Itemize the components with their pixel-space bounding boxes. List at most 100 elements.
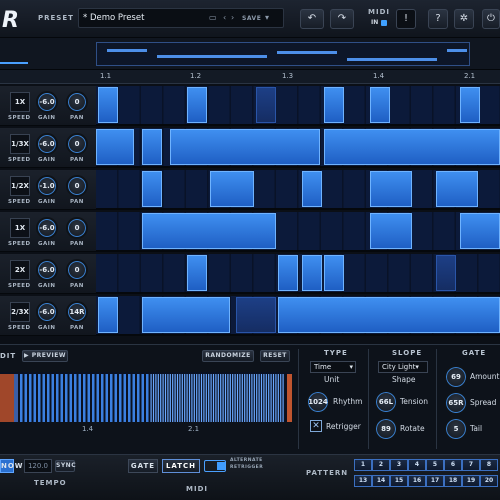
gate-mode-button[interactable]: GATE bbox=[128, 459, 158, 473]
gain-knob[interactable]: -6.0 bbox=[36, 91, 58, 113]
save-button[interactable]: SAVE bbox=[242, 15, 261, 22]
pan-knob[interactable]: 0 bbox=[66, 217, 88, 239]
step-segment[interactable] bbox=[460, 213, 500, 249]
step-segment[interactable] bbox=[302, 171, 322, 207]
step-segment[interactable] bbox=[370, 171, 412, 207]
step-segment[interactable] bbox=[324, 129, 500, 165]
speed-selector[interactable]: 2X bbox=[10, 260, 30, 280]
step-segment[interactable] bbox=[210, 171, 254, 207]
step-segment[interactable] bbox=[187, 87, 207, 123]
pattern-button-20[interactable]: 20 bbox=[480, 475, 498, 487]
step-segment[interactable] bbox=[324, 255, 344, 291]
rhythm-knob[interactable]: 1024 bbox=[306, 390, 330, 414]
tempo-input[interactable]: 120.0 bbox=[24, 459, 52, 473]
shape-dropdown[interactable]: City Light▾ bbox=[378, 361, 428, 373]
pattern-button-8[interactable]: 8 bbox=[480, 459, 498, 471]
pan-knob[interactable]: 0 bbox=[66, 175, 88, 197]
step-segment[interactable] bbox=[170, 129, 320, 165]
tension-knob[interactable]: 66L bbox=[374, 390, 398, 414]
alternate-retrigger-toggle[interactable] bbox=[204, 460, 226, 472]
pan-knob[interactable]: 0 bbox=[66, 133, 88, 155]
step-segment[interactable] bbox=[98, 297, 118, 333]
step-segment[interactable] bbox=[436, 255, 456, 291]
power-button[interactable]: ⏻ bbox=[482, 9, 500, 29]
lane-grid[interactable] bbox=[96, 86, 500, 126]
pan-knob[interactable]: 14R bbox=[66, 301, 88, 323]
prev-preset-icon[interactable]: ‹ bbox=[223, 13, 226, 22]
redo-button[interactable]: ↷ bbox=[330, 9, 354, 29]
pattern-button-14[interactable]: 14 bbox=[372, 475, 390, 487]
step-segment[interactable] bbox=[370, 87, 390, 123]
step-segment[interactable] bbox=[96, 129, 134, 165]
latch-mode-button[interactable]: LATCH bbox=[162, 459, 200, 473]
speed-selector[interactable]: 1X bbox=[10, 92, 30, 112]
gain-knob[interactable]: -6.0 bbox=[36, 133, 58, 155]
lane-grid[interactable] bbox=[96, 212, 500, 252]
pattern-button-19[interactable]: 19 bbox=[462, 475, 480, 487]
step-segment[interactable] bbox=[98, 87, 118, 123]
rotate-knob[interactable]: 89 bbox=[374, 417, 398, 441]
step-segment[interactable] bbox=[278, 297, 500, 333]
step-segment[interactable] bbox=[460, 87, 480, 123]
overview-region[interactable] bbox=[96, 42, 470, 66]
gain-knob[interactable]: -6.0 bbox=[36, 217, 58, 239]
folder-icon[interactable]: ▭ bbox=[209, 13, 217, 22]
now-button[interactable]: NOW bbox=[0, 459, 23, 473]
step-segment[interactable] bbox=[278, 255, 298, 291]
pattern-button-4[interactable]: 4 bbox=[408, 459, 426, 471]
timeline-ruler[interactable]: 1.1 1.2 1.3 1.4 2.1 bbox=[96, 70, 500, 84]
pattern-button-15[interactable]: 15 bbox=[390, 475, 408, 487]
step-segment[interactable] bbox=[187, 255, 207, 291]
speed-selector[interactable]: 1/3X bbox=[10, 134, 30, 154]
step-segment[interactable] bbox=[142, 297, 230, 333]
pan-knob[interactable]: 0 bbox=[66, 91, 88, 113]
amount-knob[interactable]: 69 bbox=[444, 365, 468, 389]
settings-button[interactable]: ✲ bbox=[454, 9, 474, 29]
step-segment[interactable] bbox=[142, 171, 162, 207]
slope-waveform[interactable] bbox=[0, 372, 292, 422]
pattern-button-7[interactable]: 7 bbox=[462, 459, 480, 471]
pattern-button-1[interactable]: 1 bbox=[354, 459, 372, 471]
pattern-button-2[interactable]: 2 bbox=[372, 459, 390, 471]
lane-grid[interactable] bbox=[96, 128, 500, 168]
dropdown-icon[interactable]: ▾ bbox=[265, 13, 269, 22]
help-button[interactable]: ? bbox=[428, 9, 448, 29]
step-segment[interactable] bbox=[324, 87, 344, 123]
pattern-button-18[interactable]: 18 bbox=[444, 475, 462, 487]
pattern-button-17[interactable]: 17 bbox=[426, 475, 444, 487]
step-segment[interactable] bbox=[370, 213, 412, 249]
type-dropdown[interactable]: Time ▾ bbox=[310, 361, 356, 373]
midi-indicator[interactable] bbox=[381, 20, 387, 26]
step-segment[interactable] bbox=[142, 213, 276, 249]
gain-knob[interactable]: -6.0 bbox=[36, 259, 58, 281]
retrigger-checkbox[interactable]: ✕ bbox=[310, 420, 322, 432]
speed-selector[interactable]: 1/2X bbox=[10, 176, 30, 196]
pattern-overview[interactable] bbox=[0, 38, 500, 70]
lane-grid[interactable] bbox=[96, 254, 500, 294]
preset-selector[interactable]: * Demo Preset ▭ ‹ › SAVE ▾ bbox=[78, 8, 284, 28]
lane-grid[interactable] bbox=[96, 296, 500, 336]
pattern-button-6[interactable]: 6 bbox=[444, 459, 462, 471]
lane-grid[interactable] bbox=[96, 170, 500, 210]
undo-button[interactable]: ↶ bbox=[300, 9, 324, 29]
step-segment[interactable] bbox=[236, 297, 276, 333]
pan-knob[interactable]: 0 bbox=[66, 259, 88, 281]
step-segment[interactable] bbox=[302, 255, 322, 291]
step-segment[interactable] bbox=[436, 171, 478, 207]
speed-selector[interactable]: 1X bbox=[10, 218, 30, 238]
tail-knob[interactable]: 5 bbox=[444, 417, 468, 441]
randomize-button[interactable]: RANDOMIZE bbox=[202, 350, 254, 362]
next-preset-icon[interactable]: › bbox=[231, 13, 234, 22]
pattern-button-16[interactable]: 16 bbox=[408, 475, 426, 487]
step-segment[interactable] bbox=[142, 129, 162, 165]
alert-button[interactable]: ! bbox=[396, 9, 416, 29]
speed-selector[interactable]: 2/3X bbox=[10, 302, 30, 322]
gain-knob[interactable]: -6.0 bbox=[36, 301, 58, 323]
pattern-button-5[interactable]: 5 bbox=[426, 459, 444, 471]
reset-button[interactable]: RESET bbox=[260, 350, 290, 362]
step-segment[interactable] bbox=[256, 87, 276, 123]
preview-button[interactable]: ▶ PREVIEW bbox=[22, 350, 68, 362]
spread-knob[interactable]: 65R bbox=[444, 391, 468, 415]
pattern-button-13[interactable]: 13 bbox=[354, 475, 372, 487]
gain-knob[interactable]: -1.0 bbox=[36, 175, 58, 197]
